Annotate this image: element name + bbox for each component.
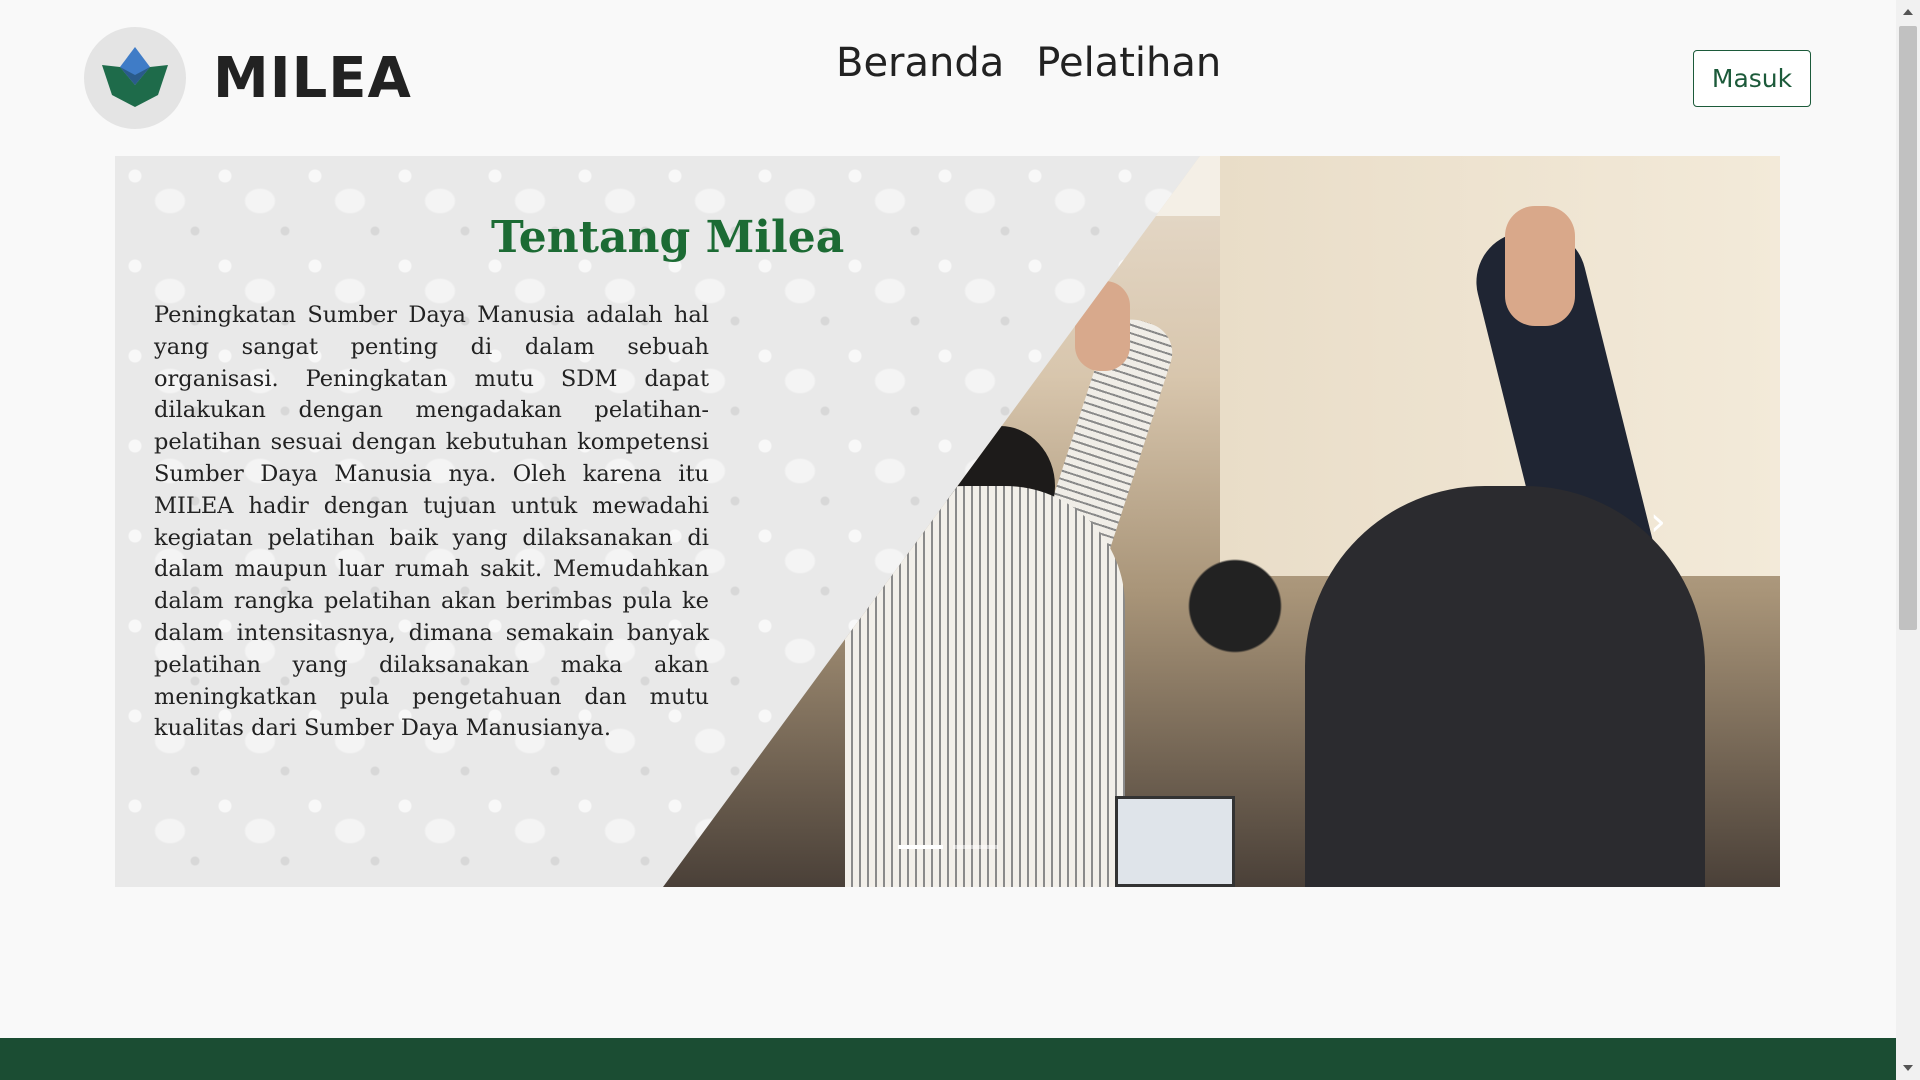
- nav-link-pelatihan[interactable]: Pelatihan: [1036, 40, 1221, 86]
- main-nav: Beranda Pelatihan: [836, 40, 1221, 86]
- scroll-down-arrow-icon[interactable]: [1896, 1056, 1920, 1080]
- milea-logo-icon[interactable]: [84, 27, 186, 129]
- carousel-indicator-2[interactable]: [953, 845, 998, 849]
- slide-description: Peningkatan Sumber Daya Manusia adalah h…: [154, 302, 709, 742]
- hero-carousel: Tentang Milea Peningkatan Sumber Daya Ma…: [115, 156, 1780, 887]
- nav-link-beranda[interactable]: Beranda: [836, 40, 1004, 86]
- site-header: MILEA Beranda Pelatihan Masuk: [0, 0, 1896, 156]
- login-button[interactable]: Masuk: [1693, 50, 1811, 107]
- brand-name[interactable]: MILEA: [213, 46, 412, 111]
- footer: [0, 1038, 1896, 1080]
- scroll-up-arrow-icon[interactable]: [1896, 0, 1920, 24]
- scrollbar-thumb[interactable]: [1899, 26, 1917, 630]
- carousel-indicators: [898, 845, 998, 849]
- chevron-right-icon[interactable]: ›: [1638, 502, 1678, 542]
- carousel-indicator-1[interactable]: [898, 845, 943, 849]
- page-scrollbar[interactable]: [1896, 0, 1920, 1080]
- slide-title: Tentang Milea: [491, 212, 845, 263]
